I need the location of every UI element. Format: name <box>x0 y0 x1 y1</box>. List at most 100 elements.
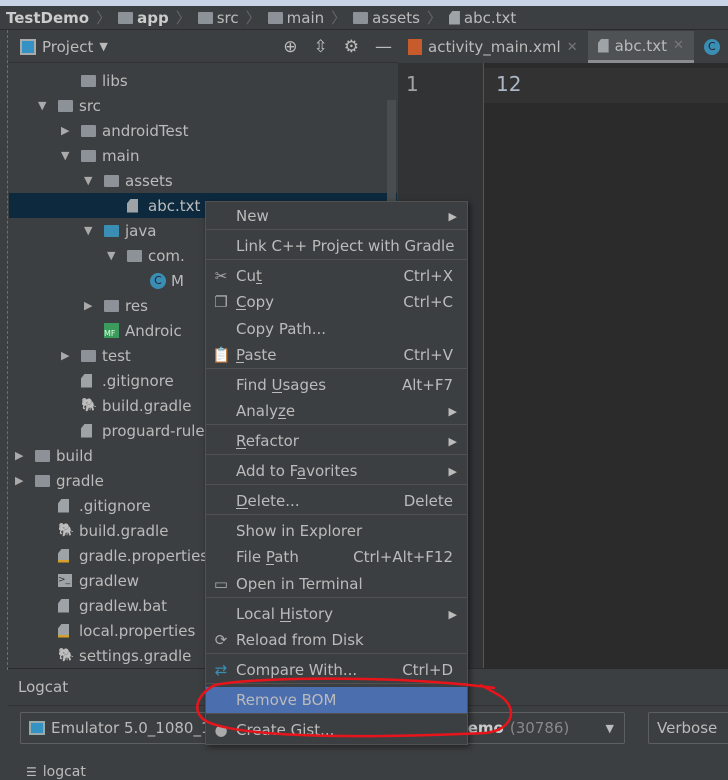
menu-item-cut[interactable]: ✂ Cut Ctrl+X <box>206 263 467 289</box>
menu-separator <box>206 597 467 598</box>
breadcrumb-project[interactable]: TestDemo <box>6 9 89 27</box>
script-icon: >_ <box>58 574 72 587</box>
collapsed-arrow-icon[interactable]: ▶ <box>61 124 69 137</box>
menu-item-paste[interactable]: 📋 Paste Ctrl+V <box>206 342 467 368</box>
menu-item-new[interactable]: New ▶ <box>206 203 467 229</box>
tree-item-label: res <box>125 296 148 315</box>
menu-item-open-in-terminal[interactable]: ▭ Open in Terminal <box>206 571 467 597</box>
line-number: 1 <box>406 72 419 96</box>
menu-item-reload-from-disk[interactable]: ⟳ Reload from Disk <box>206 627 467 653</box>
tree-item-label: com. <box>148 246 185 265</box>
minimize-icon[interactable]: — <box>375 37 392 57</box>
manifest-icon: MF <box>104 323 119 338</box>
tree-item-label: proguard-rule <box>102 421 205 440</box>
breadcrumb-app[interactable]: app <box>118 9 169 27</box>
collapsed-arrow-icon[interactable]: ▶ <box>15 474 23 487</box>
locate-icon[interactable]: ⊕ <box>283 37 297 57</box>
menu-item-add-to-favorites[interactable]: Add to Favorites ▶ <box>206 458 467 484</box>
mnemonic-underline <box>278 418 286 419</box>
menu-item-show-in-explorer[interactable]: Show in Explorer <box>206 518 467 544</box>
tree-item-label: main <box>102 146 140 165</box>
terminal-icon: ▭ <box>213 575 229 593</box>
class-icon: C <box>703 39 720 55</box>
text-file-icon <box>81 423 92 438</box>
submenu-arrow-icon: ▶ <box>448 209 457 223</box>
expanded-arrow-icon[interactable]: ▼ <box>84 224 92 237</box>
editor-area[interactable] <box>484 63 728 668</box>
xml-file-icon <box>408 39 422 55</box>
tree-item[interactable]: ▼ assets <box>9 168 397 193</box>
breadcrumb-main[interactable]: main <box>267 9 324 27</box>
editor-text[interactable]: 12 <box>496 72 521 96</box>
chevron-down-icon[interactable]: ▼ <box>99 40 107 53</box>
menu-item-copy[interactable]: ❐ Copy Ctrl+C <box>206 289 467 315</box>
breadcrumb-file[interactable]: abc.txt <box>448 9 516 27</box>
menu-item-delete[interactable]: Delete... Delete <box>206 488 467 514</box>
menu-separator <box>206 229 467 230</box>
tree-item[interactable]: ▶ androidTest <box>9 118 397 143</box>
logcat-tab[interactable]: ☰ logcat <box>26 764 86 780</box>
menu-item-label: Copy Path... <box>236 320 327 338</box>
menu-shortcut: Ctrl+V <box>403 346 453 364</box>
expanded-arrow-icon[interactable]: ▼ <box>61 149 69 162</box>
submenu-arrow-icon: ▶ <box>448 464 457 478</box>
tree-item-label: .gitignore <box>79 496 151 515</box>
tree-item[interactable]: ▼ src <box>9 93 397 118</box>
menu-item-label: Show in Explorer <box>236 522 363 540</box>
editor-tabs: activity_main.xml ✕ abc.txt ✕ C <box>398 31 728 63</box>
mnemonic-underline <box>236 508 248 509</box>
tree-item[interactable]: ▼ main <box>9 143 397 168</box>
menu-item-find-usages[interactable]: Find Usages Alt+F7 <box>206 372 467 398</box>
collapsed-arrow-icon[interactable]: ▶ <box>84 299 92 312</box>
expanded-arrow-icon[interactable]: ▼ <box>38 99 46 112</box>
breadcrumb-src[interactable]: src <box>197 9 239 27</box>
tree-item-label: build.gradle <box>102 396 192 415</box>
close-tab-icon[interactable]: ✕ <box>567 40 578 55</box>
tab-class-file[interactable]: C <box>694 31 728 63</box>
submenu-arrow-icon: ▶ <box>448 434 457 448</box>
folder-icon <box>81 74 96 87</box>
close-tab-icon[interactable]: ✕ <box>673 38 684 53</box>
collapsed-arrow-icon[interactable]: ▶ <box>61 349 69 362</box>
menu-item-file-path[interactable]: File Path Ctrl+Alt+F12 <box>206 544 467 570</box>
source-folder-icon <box>104 224 119 237</box>
class-icon: C <box>150 272 166 289</box>
list-icon: ☰ <box>26 765 37 779</box>
gradle-icon: 🐘 <box>81 398 98 413</box>
menu-item-analyze[interactable]: Analyze ▶ <box>206 398 467 424</box>
expanded-arrow-icon[interactable]: ▼ <box>107 249 115 262</box>
collapsed-arrow-icon[interactable]: ▶ <box>15 449 23 462</box>
menu-item-link-c-project-with-gradle[interactable]: Link C++ Project with Gradle <box>206 233 467 259</box>
properties-icon <box>58 623 69 638</box>
menu-item-local-history[interactable]: Local History ▶ <box>206 601 467 627</box>
menu-item-label: New <box>236 207 269 225</box>
tree-item-label: java <box>125 221 157 240</box>
menu-item-refactor[interactable]: Refactor ▶ <box>206 428 467 454</box>
expanded-arrow-icon[interactable]: ▼ <box>84 174 92 187</box>
breadcrumb-assets[interactable]: assets <box>353 9 420 27</box>
menu-item-label: Reload from Disk <box>236 631 364 649</box>
menu-shortcut: Ctrl+Alt+F12 <box>353 548 453 566</box>
assets-folder-icon <box>353 11 369 24</box>
menu-item-label: Link C++ Project with Gradle <box>236 237 455 255</box>
tab-abc-txt[interactable]: abc.txt ✕ <box>587 31 694 63</box>
logcat-title: Logcat <box>18 678 69 696</box>
menu-separator <box>206 454 467 455</box>
tab-activity-main-xml[interactable]: activity_main.xml ✕ <box>398 31 588 63</box>
menu-shortcut: Alt+F7 <box>401 376 453 394</box>
folder-icon <box>81 124 96 137</box>
tree-item[interactable]: libs <box>9 68 397 93</box>
submenu-arrow-icon: ▶ <box>448 404 457 418</box>
gear-icon[interactable]: ⚙ <box>344 37 359 57</box>
log-level-dropdown[interactable]: Verbose <box>648 712 728 744</box>
text-file-icon <box>127 198 138 213</box>
tree-item-label: abc.txt <box>148 196 201 215</box>
tree-item-label: build <box>56 446 93 465</box>
menu-separator <box>206 653 467 654</box>
collapse-all-icon[interactable]: ⇳ <box>314 37 328 57</box>
text-file-icon <box>597 38 609 53</box>
project-view-selector[interactable]: Project <box>42 38 93 56</box>
tree-item-label: Androic <box>125 321 182 340</box>
folder-icon <box>197 11 213 24</box>
menu-item-copy-path[interactable]: Copy Path... <box>206 316 467 342</box>
